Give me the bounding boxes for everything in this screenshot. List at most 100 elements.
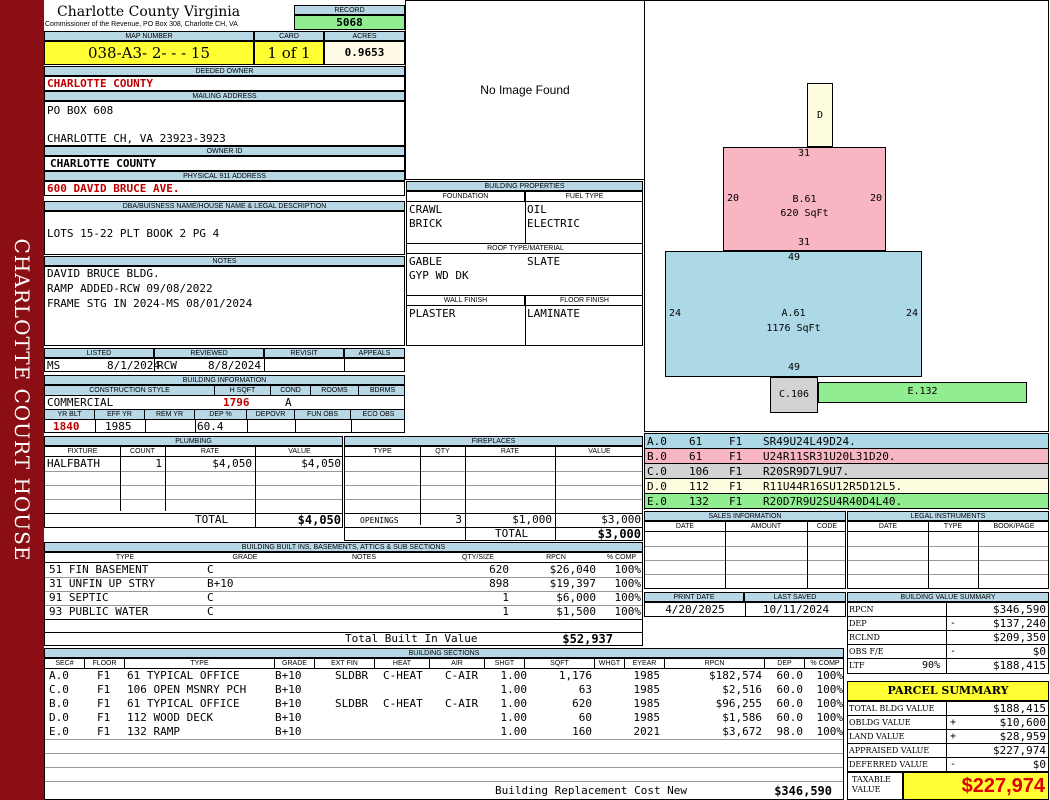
built-ins-header: RPCN <box>546 554 566 561</box>
section-header: WHGT <box>595 659 625 668</box>
built-in-comp: 100% <box>614 591 642 604</box>
record-value: 5068 <box>294 15 405 30</box>
sec-sqft: 1,176 <box>558 669 592 682</box>
summary-row: LTF 90% $188,415 <box>848 659 1048 673</box>
floor-finish: LAMINATE <box>527 307 580 320</box>
legend-floor: F1 <box>729 450 743 463</box>
sec-type: 112 WOOD DECK <box>127 711 214 724</box>
wall-finish-label: WALL FINISH <box>407 296 525 306</box>
summary-row: RCLND $209,350 <box>848 631 1048 645</box>
construction-style: COMMERCIAL <box>47 396 114 409</box>
sec-floor: F1 <box>97 669 111 682</box>
legend-num: 112 <box>689 480 709 493</box>
eff-yr-label: EFF YR <box>95 410 145 420</box>
value-summary-title: BUILDING VALUE SUMMARY <box>847 592 1049 602</box>
sketch-section-d[interactable]: D <box>807 83 833 147</box>
sec-comp: 100% <box>816 669 844 682</box>
building-sections-table: SEC# FLOOR TYPE GRADE EXT FIN HEAT AIR S… <box>44 658 844 800</box>
sec-air: C-AIR <box>445 697 479 710</box>
building-info-box: CONSTRUCTION STYLE H SQFT COND ROOMS BDR… <box>44 385 405 433</box>
legend-floor: F1 <box>729 495 743 508</box>
sketch-section-b[interactable]: B.61 620 SqFt <box>723 147 886 251</box>
sketch-area-b: 620 SqFt <box>780 208 829 219</box>
summary-row: OBS F/E - $0 <box>848 645 1048 659</box>
deeded-owner-label: DEEDED OWNER <box>44 66 405 76</box>
sec-rpcn: $182,574 <box>709 669 762 682</box>
rem-yr-label: REM YR <box>145 410 195 420</box>
summary-value: $346,590 <box>993 603 1046 616</box>
sec-rpcn: $3,672 <box>722 725 762 738</box>
sec-type: 61 TYPICAL OFFICE <box>127 697 240 710</box>
yr-blt-label: YR BLT <box>45 410 95 420</box>
built-in-type: 93 PUBLIC WATER <box>49 605 149 618</box>
table-row: D.0 F1 112 WOOD DECK B+10 1.00 60 1985 $… <box>45 711 843 725</box>
county-header: Charlotte County Virginia Commissioner o… <box>45 2 293 32</box>
listed-label: LISTED <box>44 348 154 358</box>
legend-code: A.0 <box>647 435 667 448</box>
built-ins-header: % COMP <box>606 554 637 561</box>
summary-value: $209,350 <box>993 631 1046 644</box>
legend-row-e: E.0 132 F1 R20D7R9U2SU4R40D4L40. <box>645 494 1048 509</box>
card-label: CARD <box>254 31 324 41</box>
legend-floor: F1 <box>729 435 743 448</box>
print-date-label: PRINT DATE <box>644 592 744 602</box>
sec-floor: F1 <box>97 725 111 738</box>
sales-table: DATE AMOUNT CODE <box>644 521 846 589</box>
table-row: 93 PUBLIC WATER C 1 $1,500 100% <box>45 605 642 619</box>
eff-yr: 1985 <box>105 420 132 433</box>
map-number: 038-A3- 2- - - 15 <box>44 41 254 65</box>
sketch-area: D B.61 620 SqFt 31 31 20 20 A.61 1176 Sq… <box>644 0 1049 432</box>
table-row: 51 FIN BASEMENT C 620 $26,040 100% <box>45 563 642 577</box>
roof-type: GABLE <box>409 255 443 268</box>
listed-date: 8/1/2024 <box>107 359 160 372</box>
taxable-label-box: TAXABLE VALUE <box>847 772 903 800</box>
plumbing-header: RATE <box>200 448 220 455</box>
building-properties-title: BUILDING PROPERTIES <box>406 181 643 191</box>
built-ins-title: BUILDING BUILT INS, BASEMENTS, ATTICS & … <box>44 542 643 552</box>
parcel-sign: - <box>950 759 957 770</box>
plumbing-total: $4,050 <box>297 513 341 527</box>
parcel-value: $10,600 <box>999 716 1046 729</box>
sec-sqft: 620 <box>572 697 592 710</box>
openings-rate: $1,000 <box>512 513 552 526</box>
sec-type: 132 RAMP <box>127 725 180 738</box>
sketch-legend: A.0 61 F1 SR49U24L49D24. B.0 61 F1 U24R1… <box>644 433 1049 510</box>
sales-header: DATE <box>675 523 695 530</box>
section-header: SEC# <box>45 659 85 668</box>
section-header: DEP <box>765 659 805 668</box>
sidebar-banner: CHARLOTTE COURT HOUSE <box>0 0 44 800</box>
section-header: HEAT <box>375 659 430 668</box>
dim-b-top: 31 <box>798 148 811 159</box>
summary-row: DEP - $137,240 <box>848 617 1048 631</box>
last-saved: 10/11/2024 <box>762 603 830 616</box>
parcel-row: OBLDG VALUE + $10,600 <box>848 716 1048 730</box>
bdrms-label: BDRMS <box>359 386 404 396</box>
county-title: Charlotte County Virginia <box>57 4 241 20</box>
built-ins-header: GRADE <box>232 554 258 561</box>
sec-comp: 100% <box>816 725 844 738</box>
summary-label: DEP <box>849 619 867 628</box>
note-line: DAVID BRUCE BLDG. <box>47 267 160 280</box>
legend-desc: R20SR9D7L9U7. <box>763 465 850 478</box>
physical-address-box: 600 DAVID BRUCE AVE. <box>44 181 405 196</box>
legal-instruments-table: DATE TYPE BOOK/PAGE <box>847 521 1049 589</box>
count: 1 <box>155 457 162 470</box>
sketch-section-c[interactable]: C.106 <box>770 377 818 413</box>
sketch-section-a[interactable]: A.61 1176 SqFt <box>665 251 922 377</box>
parcel-value: $188,415 <box>993 702 1046 715</box>
replacement-label: Building Replacement Cost New <box>495 784 688 797</box>
built-in-rpcn: $1,500 <box>556 605 596 618</box>
sketch-section-e[interactable]: E.132 <box>818 382 1027 403</box>
sec-dep: 60.0 <box>776 697 804 710</box>
building-properties-box: FOUNDATION FUEL TYPE CRAWL BRICK OIL ELE… <box>406 191 643 346</box>
plumbing-header: COUNT <box>130 448 155 455</box>
dim-a-top: 49 <box>788 252 801 263</box>
sec-heat: C-HEAT <box>383 697 423 710</box>
photo-box: No Image Found <box>405 0 645 180</box>
sec-comp: 100% <box>816 697 844 710</box>
built-in-qty: 1 <box>502 605 509 618</box>
print-info-row: 4/20/2025 10/11/2024 <box>644 602 846 617</box>
sec-num: B.0 <box>49 697 69 710</box>
map-number-label: MAP NUMBER <box>44 31 254 41</box>
fuel-type-label: FUEL TYPE <box>525 192 642 202</box>
